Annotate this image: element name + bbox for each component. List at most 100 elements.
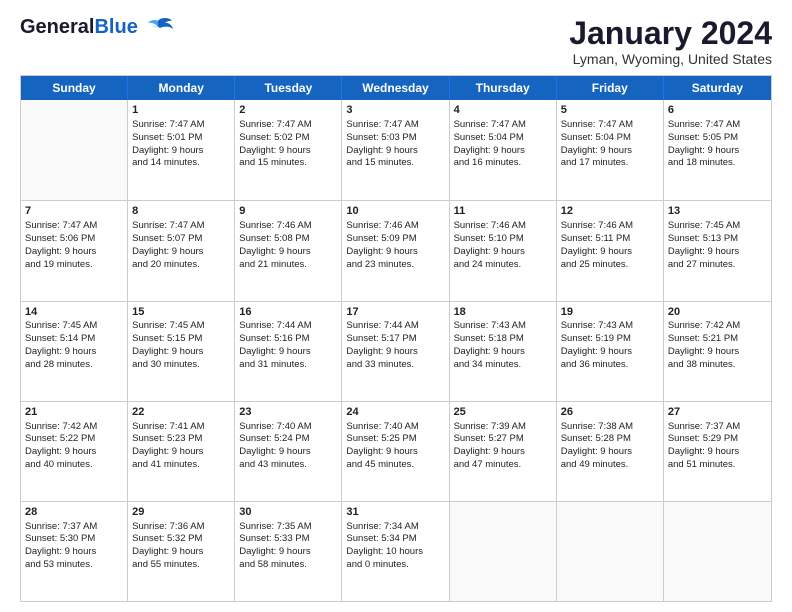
cell-line-0: Sunrise: 7:45 AM bbox=[132, 320, 230, 333]
day-number: 13 bbox=[668, 204, 767, 219]
calendar-cell: 18Sunrise: 7:43 AMSunset: 5:18 PMDayligh… bbox=[450, 302, 557, 401]
cell-line-2: Daylight: 9 hours bbox=[454, 246, 552, 259]
cell-line-0: Sunrise: 7:47 AM bbox=[561, 119, 659, 132]
calendar-cell: 8Sunrise: 7:47 AMSunset: 5:07 PMDaylight… bbox=[128, 201, 235, 300]
day-number: 7 bbox=[25, 204, 123, 219]
day-number: 31 bbox=[346, 505, 444, 520]
cell-line-3: and 21 minutes. bbox=[239, 259, 337, 272]
cell-line-0: Sunrise: 7:47 AM bbox=[132, 119, 230, 132]
cell-line-1: Sunset: 5:34 PM bbox=[346, 533, 444, 546]
cell-line-0: Sunrise: 7:34 AM bbox=[346, 521, 444, 534]
cell-line-1: Sunset: 5:07 PM bbox=[132, 233, 230, 246]
month-title: January 2024 bbox=[569, 16, 772, 51]
cell-line-0: Sunrise: 7:37 AM bbox=[25, 521, 123, 534]
cell-line-2: Daylight: 9 hours bbox=[561, 446, 659, 459]
calendar-row-2: 7Sunrise: 7:47 AMSunset: 5:06 PMDaylight… bbox=[21, 200, 771, 300]
cell-line-1: Sunset: 5:03 PM bbox=[346, 132, 444, 145]
logo: GeneralBlue bbox=[20, 16, 174, 39]
cell-line-2: Daylight: 9 hours bbox=[132, 346, 230, 359]
day-number: 4 bbox=[454, 103, 552, 118]
calendar-cell: 10Sunrise: 7:46 AMSunset: 5:09 PMDayligh… bbox=[342, 201, 449, 300]
cell-line-1: Sunset: 5:14 PM bbox=[25, 333, 123, 346]
cell-line-3: and 38 minutes. bbox=[668, 359, 767, 372]
calendar-cell: 5Sunrise: 7:47 AMSunset: 5:04 PMDaylight… bbox=[557, 100, 664, 200]
day-number: 12 bbox=[561, 204, 659, 219]
cell-line-2: Daylight: 9 hours bbox=[561, 246, 659, 259]
day-number: 29 bbox=[132, 505, 230, 520]
cell-line-2: Daylight: 9 hours bbox=[454, 346, 552, 359]
calendar-cell: 26Sunrise: 7:38 AMSunset: 5:28 PMDayligh… bbox=[557, 402, 664, 501]
cell-line-1: Sunset: 5:23 PM bbox=[132, 433, 230, 446]
day-number: 9 bbox=[239, 204, 337, 219]
day-number: 16 bbox=[239, 305, 337, 320]
calendar-cell: 1Sunrise: 7:47 AMSunset: 5:01 PMDaylight… bbox=[128, 100, 235, 200]
cell-line-2: Daylight: 9 hours bbox=[454, 145, 552, 158]
page: GeneralBlue January 2024 Lyman, Wyoming,… bbox=[0, 0, 792, 612]
cell-line-1: Sunset: 5:19 PM bbox=[561, 333, 659, 346]
cell-line-1: Sunset: 5:08 PM bbox=[239, 233, 337, 246]
cell-line-1: Sunset: 5:13 PM bbox=[668, 233, 767, 246]
cell-line-1: Sunset: 5:09 PM bbox=[346, 233, 444, 246]
cell-line-0: Sunrise: 7:40 AM bbox=[239, 421, 337, 434]
cell-line-1: Sunset: 5:25 PM bbox=[346, 433, 444, 446]
cell-line-0: Sunrise: 7:35 AM bbox=[239, 521, 337, 534]
cell-line-1: Sunset: 5:32 PM bbox=[132, 533, 230, 546]
cell-line-1: Sunset: 5:04 PM bbox=[454, 132, 552, 145]
day-number: 22 bbox=[132, 405, 230, 420]
cell-line-1: Sunset: 5:30 PM bbox=[25, 533, 123, 546]
header-day-thursday: Thursday bbox=[450, 76, 557, 100]
header-day-monday: Monday bbox=[128, 76, 235, 100]
cell-line-0: Sunrise: 7:47 AM bbox=[454, 119, 552, 132]
day-number: 27 bbox=[668, 405, 767, 420]
cell-line-0: Sunrise: 7:39 AM bbox=[454, 421, 552, 434]
cell-line-3: and 20 minutes. bbox=[132, 259, 230, 272]
calendar-cell: 30Sunrise: 7:35 AMSunset: 5:33 PMDayligh… bbox=[235, 502, 342, 601]
cell-line-2: Daylight: 9 hours bbox=[561, 346, 659, 359]
cell-line-3: and 34 minutes. bbox=[454, 359, 552, 372]
cell-line-1: Sunset: 5:10 PM bbox=[454, 233, 552, 246]
calendar-cell: 28Sunrise: 7:37 AMSunset: 5:30 PMDayligh… bbox=[21, 502, 128, 601]
cell-line-0: Sunrise: 7:43 AM bbox=[561, 320, 659, 333]
cell-line-0: Sunrise: 7:44 AM bbox=[346, 320, 444, 333]
cell-line-2: Daylight: 9 hours bbox=[132, 546, 230, 559]
cell-line-3: and 49 minutes. bbox=[561, 459, 659, 472]
cell-line-0: Sunrise: 7:46 AM bbox=[346, 220, 444, 233]
day-number: 20 bbox=[668, 305, 767, 320]
cell-line-0: Sunrise: 7:47 AM bbox=[132, 220, 230, 233]
cell-line-3: and 19 minutes. bbox=[25, 259, 123, 272]
header-day-friday: Friday bbox=[557, 76, 664, 100]
cell-line-2: Daylight: 9 hours bbox=[25, 346, 123, 359]
cell-line-1: Sunset: 5:18 PM bbox=[454, 333, 552, 346]
calendar-header: SundayMondayTuesdayWednesdayThursdayFrid… bbox=[21, 76, 771, 100]
cell-line-0: Sunrise: 7:44 AM bbox=[239, 320, 337, 333]
cell-line-2: Daylight: 9 hours bbox=[346, 446, 444, 459]
cell-line-3: and 53 minutes. bbox=[25, 559, 123, 572]
day-number: 6 bbox=[668, 103, 767, 118]
day-number: 26 bbox=[561, 405, 659, 420]
cell-line-3: and 36 minutes. bbox=[561, 359, 659, 372]
cell-line-3: and 45 minutes. bbox=[346, 459, 444, 472]
calendar-cell: 22Sunrise: 7:41 AMSunset: 5:23 PMDayligh… bbox=[128, 402, 235, 501]
calendar-cell: 11Sunrise: 7:46 AMSunset: 5:10 PMDayligh… bbox=[450, 201, 557, 300]
day-number: 11 bbox=[454, 204, 552, 219]
logo-text: GeneralBlue bbox=[20, 16, 138, 39]
day-number: 3 bbox=[346, 103, 444, 118]
cell-line-2: Daylight: 9 hours bbox=[561, 145, 659, 158]
cell-line-3: and 14 minutes. bbox=[132, 157, 230, 170]
calendar-cell: 21Sunrise: 7:42 AMSunset: 5:22 PMDayligh… bbox=[21, 402, 128, 501]
cell-line-0: Sunrise: 7:40 AM bbox=[346, 421, 444, 434]
calendar-cell: 17Sunrise: 7:44 AMSunset: 5:17 PMDayligh… bbox=[342, 302, 449, 401]
calendar-cell: 27Sunrise: 7:37 AMSunset: 5:29 PMDayligh… bbox=[664, 402, 771, 501]
calendar-cell: 15Sunrise: 7:45 AMSunset: 5:15 PMDayligh… bbox=[128, 302, 235, 401]
cell-line-2: Daylight: 9 hours bbox=[132, 145, 230, 158]
cell-line-3: and 31 minutes. bbox=[239, 359, 337, 372]
cell-line-0: Sunrise: 7:47 AM bbox=[668, 119, 767, 132]
cell-line-1: Sunset: 5:11 PM bbox=[561, 233, 659, 246]
cell-line-3: and 30 minutes. bbox=[132, 359, 230, 372]
title-section: January 2024 Lyman, Wyoming, United Stat… bbox=[569, 16, 772, 67]
calendar-body: 1Sunrise: 7:47 AMSunset: 5:01 PMDaylight… bbox=[21, 100, 771, 601]
cell-line-2: Daylight: 9 hours bbox=[668, 346, 767, 359]
calendar-cell: 16Sunrise: 7:44 AMSunset: 5:16 PMDayligh… bbox=[235, 302, 342, 401]
day-number: 1 bbox=[132, 103, 230, 118]
header-day-tuesday: Tuesday bbox=[235, 76, 342, 100]
